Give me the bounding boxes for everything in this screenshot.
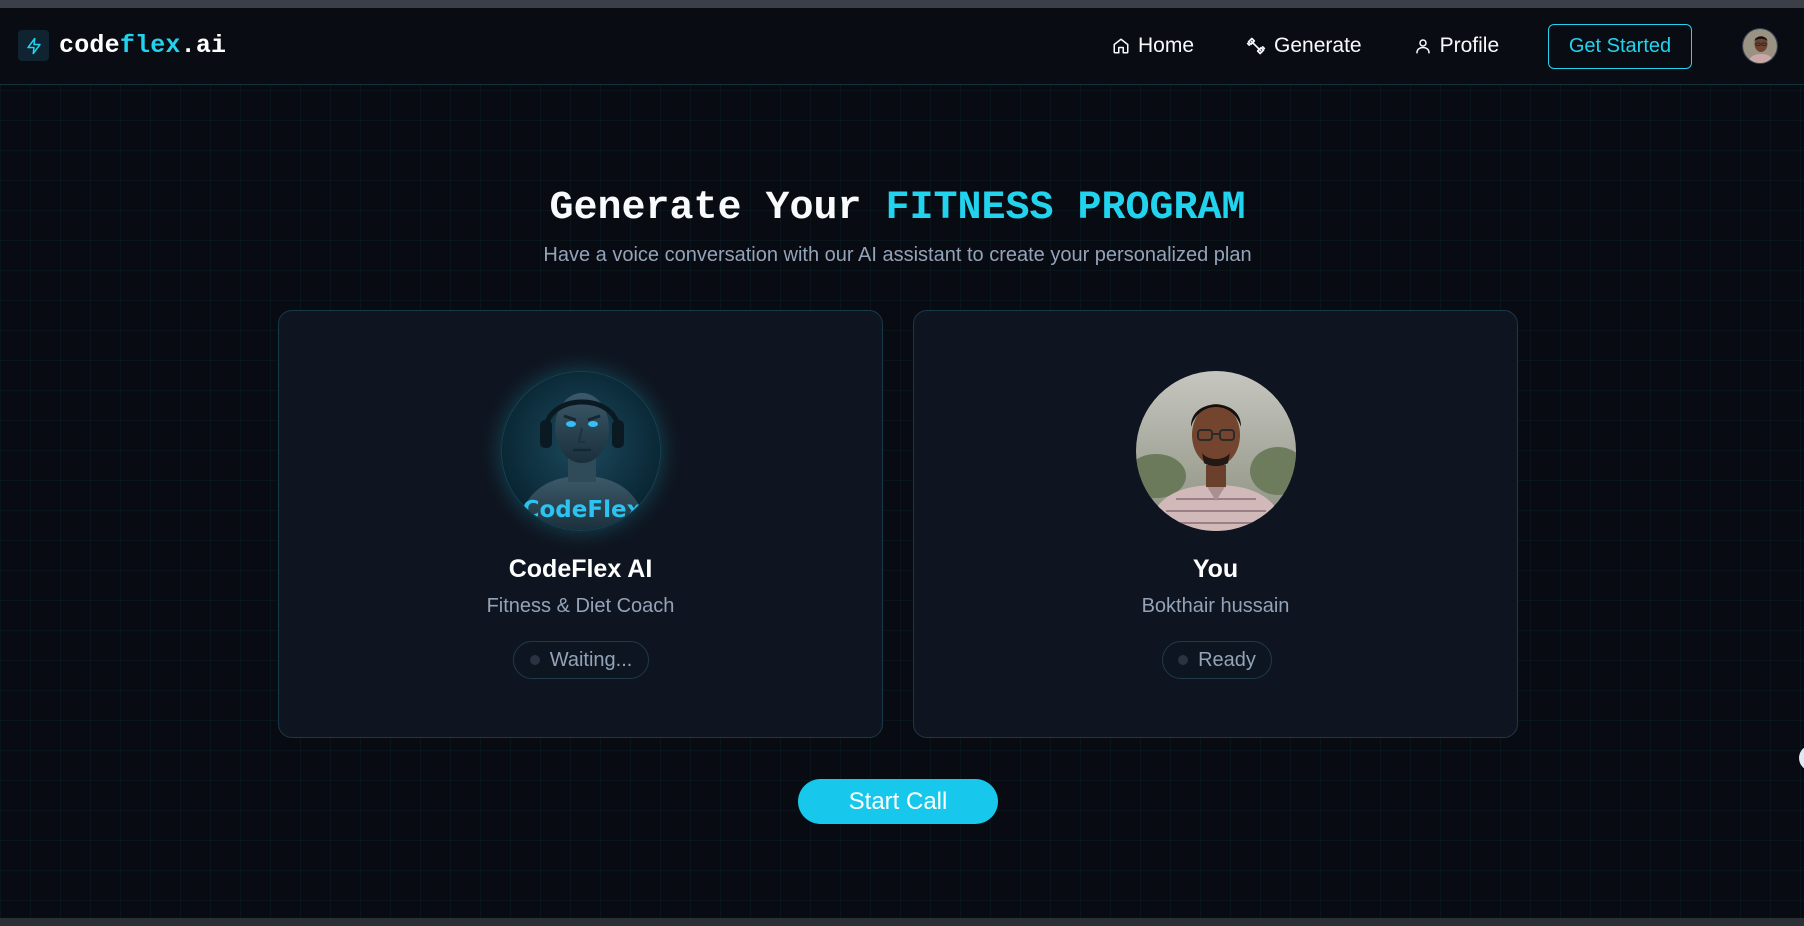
- lightning-bolt-icon: [18, 30, 49, 61]
- logo-text: codeflex.ai: [59, 31, 226, 60]
- user-status-badge: Ready: [1162, 641, 1272, 679]
- nav-item-generate[interactable]: Generate: [1246, 34, 1362, 58]
- logo[interactable]: codeflex.ai: [18, 30, 226, 61]
- nav-item-home[interactable]: Home: [1112, 34, 1194, 58]
- ai-assistant-card: CodeFlex CodeFlex AI Fitness & Diet Coac…: [278, 310, 883, 738]
- home-icon: [1113, 38, 1129, 54]
- page-title-main: Generate Your: [549, 186, 886, 231]
- window-bottom-strip: [0, 918, 1804, 926]
- floating-widget-button[interactable]: [1799, 745, 1804, 771]
- user-photo: [1136, 371, 1296, 531]
- user-icon: [1415, 39, 1430, 54]
- page-subtitle: Have a voice conversation with our AI as…: [543, 244, 1252, 266]
- ai-avatar: CodeFlex: [501, 371, 661, 531]
- status-dot-icon: [529, 655, 540, 665]
- status-dot-icon: [1178, 655, 1189, 665]
- ai-status-text: Waiting...: [549, 648, 633, 671]
- page-title-accent: FITNESS PROGRAM: [885, 186, 1246, 231]
- ai-role: Fitness & Diet Coach: [486, 595, 675, 617]
- dumbbell-icon: [1246, 37, 1266, 55]
- ai-name: CodeFlex AI: [508, 555, 653, 583]
- nav-item-generate-label: Generate: [1274, 34, 1362, 57]
- nav-links: Home Generate Profile: [1112, 34, 1551, 58]
- user-card: You Bokthair hussain Ready: [913, 310, 1518, 738]
- nav-item-profile[interactable]: Profile: [1414, 34, 1500, 58]
- start-call-button[interactable]: Start Call: [798, 779, 998, 824]
- page-title: Generate Your FITNESS PROGRAM: [0, 186, 1795, 231]
- user-avatar[interactable]: [1742, 28, 1778, 64]
- user-name: You: [1192, 555, 1239, 583]
- logo-text-flex: flex: [119, 31, 181, 60]
- nav-item-home-label: Home: [1138, 34, 1195, 57]
- user-status-text: Ready: [1198, 648, 1256, 671]
- nav-item-profile-label: Profile: [1439, 34, 1500, 57]
- logo-text-code: code: [59, 31, 120, 60]
- logo-text-suffix: .ai: [180, 31, 227, 60]
- user-full-name: Bokthair hussain: [1141, 595, 1290, 617]
- get-started-button[interactable]: Get Started: [1548, 24, 1692, 69]
- navbar: codeflex.ai Home Generate Profile Get St…: [0, 8, 1804, 85]
- ai-status-badge: Waiting...: [513, 641, 649, 679]
- window-top-strip: [0, 0, 1804, 8]
- ai-avatar-text: CodeFlex: [523, 497, 642, 523]
